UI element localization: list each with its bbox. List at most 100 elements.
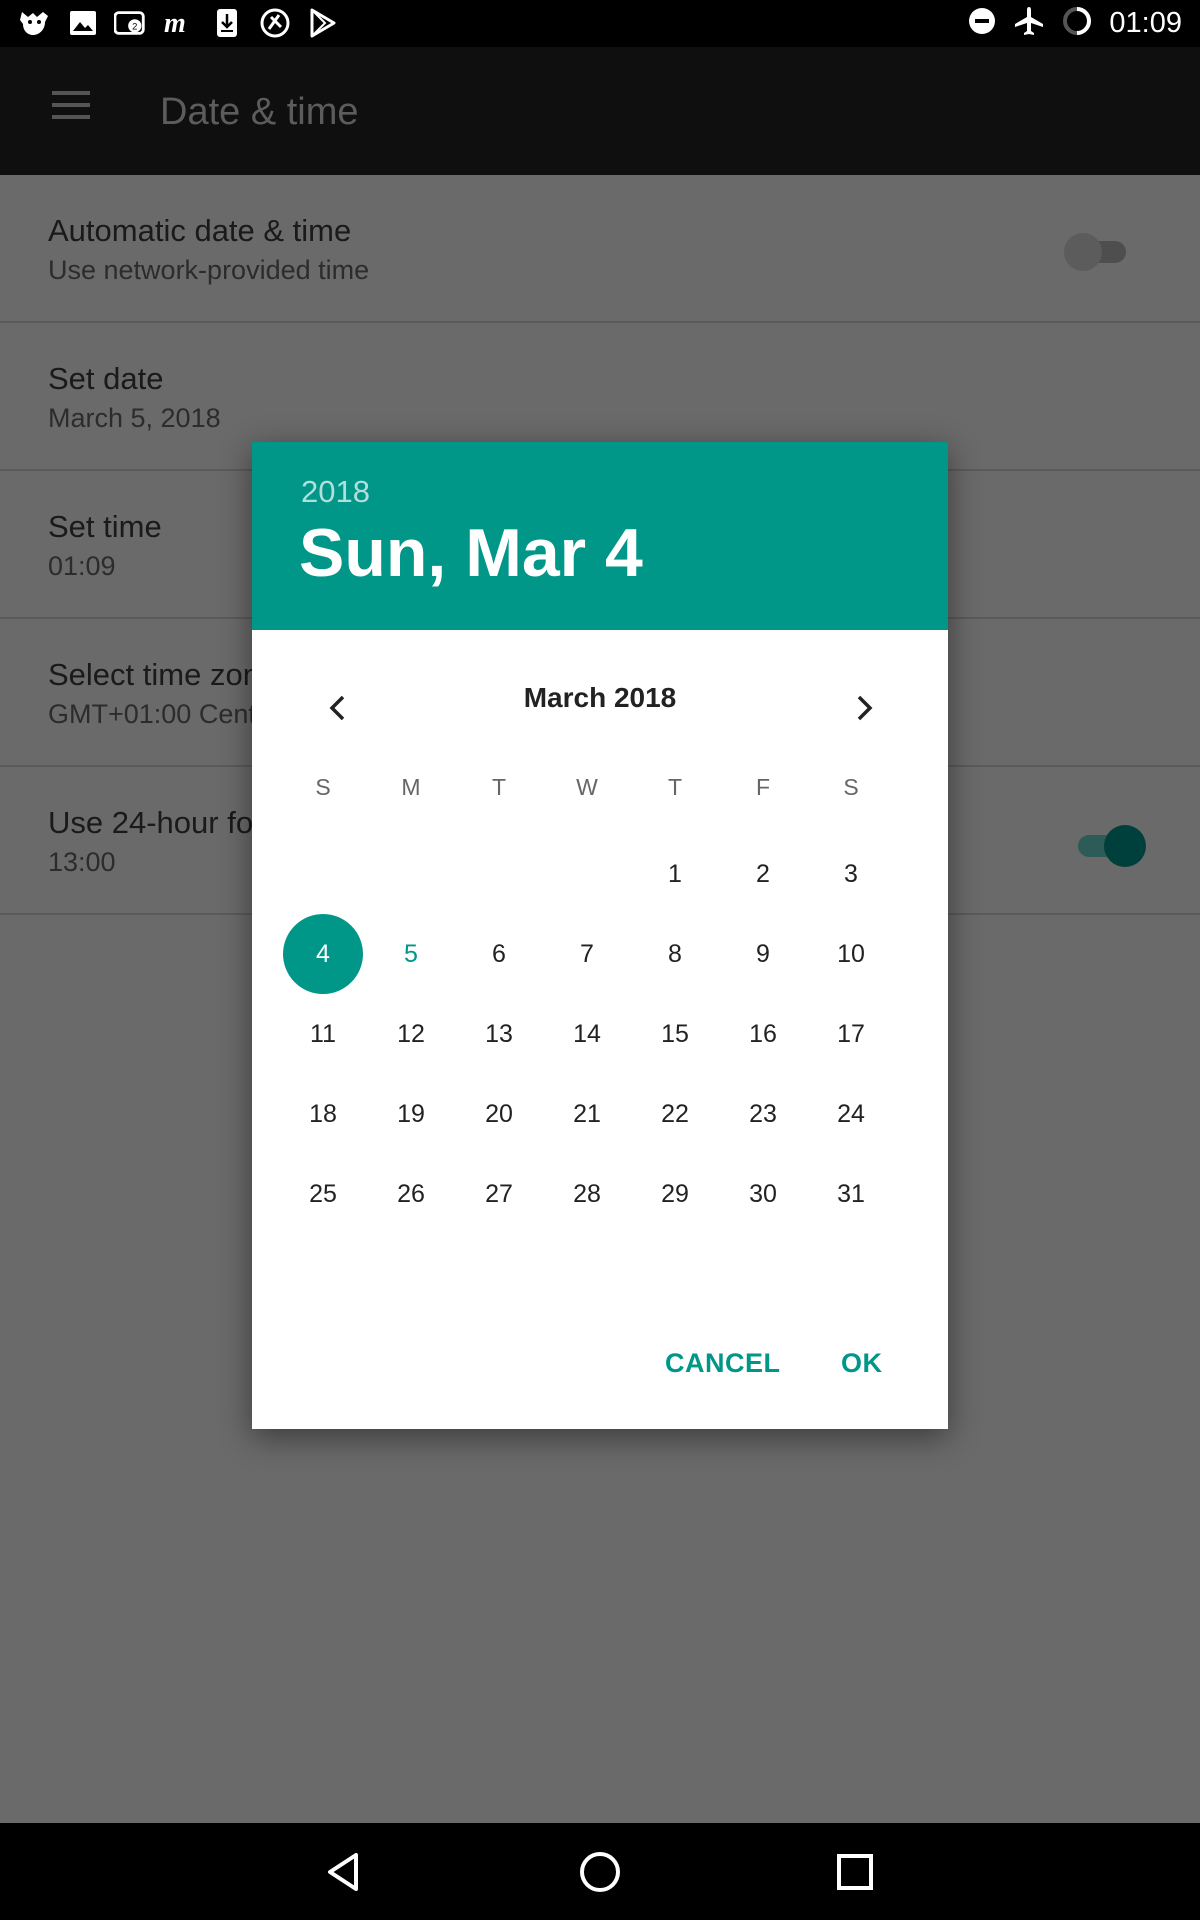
do-not-disturb-icon	[967, 6, 997, 41]
airplane-icon	[1013, 5, 1045, 42]
calendar-day-13[interactable]: 13	[455, 994, 543, 1074]
day-number: 29	[661, 1180, 689, 1208]
day-number: 3	[844, 860, 858, 888]
calendar-day-25[interactable]: 25	[279, 1154, 367, 1234]
day-number: 24	[837, 1100, 865, 1128]
calendar-day-22[interactable]: 22	[631, 1074, 719, 1154]
play-store-icon	[306, 8, 340, 38]
cancel-button[interactable]: CANCEL	[665, 1348, 781, 1379]
day-number: 11	[310, 1020, 336, 1048]
calendar-day-28[interactable]: 28	[543, 1154, 631, 1234]
day-number: 25	[309, 1180, 337, 1208]
weekday-label: F	[755, 774, 771, 800]
weekday-label: T	[491, 774, 507, 800]
calendar-day-1[interactable]: 1	[631, 834, 719, 914]
calendar-day-10[interactable]: 10	[807, 914, 895, 994]
day-number: 7	[580, 940, 594, 968]
bird-icon	[18, 8, 52, 38]
page-title: Date & time	[160, 91, 359, 133]
download-icon	[210, 8, 244, 38]
day-number: 27	[485, 1180, 513, 1208]
shutter-icon	[258, 8, 292, 38]
calendar-day-20[interactable]: 20	[455, 1074, 543, 1154]
calendar-day-7[interactable]: 7	[543, 914, 631, 994]
day-number: 13	[485, 1020, 513, 1048]
svg-text:2: 2	[132, 22, 137, 33]
calendar-day-27[interactable]: 27	[455, 1154, 543, 1234]
day-number: 30	[749, 1180, 777, 1208]
m-app-icon: m	[162, 8, 196, 38]
calendar-day-6[interactable]: 6	[455, 914, 543, 994]
selected-date-label[interactable]: Sun, Mar 4	[299, 514, 643, 592]
day-number: 28	[573, 1180, 601, 1208]
day-number: 31	[837, 1180, 865, 1208]
calendar-blank	[455, 834, 543, 914]
weekday-label: S	[315, 774, 331, 800]
calendar-day-29[interactable]: 29	[631, 1154, 719, 1234]
setting-subtitle: March 5, 2018	[48, 403, 221, 433]
weekday-label: T	[667, 774, 683, 800]
photos-badge-icon: 2	[114, 8, 148, 38]
calendar-day-15[interactable]: 15	[631, 994, 719, 1074]
year-selector[interactable]: 2018	[301, 474, 370, 510]
day-number: 4	[316, 940, 330, 968]
status-time: 01:09	[1109, 6, 1182, 39]
calendar-day-26[interactable]: 26	[367, 1154, 455, 1234]
calendar-day-11[interactable]: 11	[279, 994, 367, 1074]
date-picker-header: 2018 Sun, Mar 4	[252, 442, 948, 630]
calendar-day-23[interactable]: 23	[719, 1074, 807, 1154]
day-number: 26	[397, 1180, 425, 1208]
ok-button[interactable]: OK	[841, 1348, 883, 1379]
setting-title: Automatic date & time	[48, 213, 352, 248]
home-icon[interactable]	[577, 1849, 623, 1895]
calendar-day-14[interactable]: 14	[543, 994, 631, 1074]
back-icon[interactable]	[322, 1849, 368, 1895]
calendar-day-16[interactable]: 16	[719, 994, 807, 1074]
calendar-day-2[interactable]: 2	[719, 834, 807, 914]
day-number: 6	[492, 940, 506, 968]
setting-title: Set time	[48, 509, 162, 544]
calendar-day-19[interactable]: 19	[367, 1074, 455, 1154]
calendar-day-12[interactable]: 12	[367, 994, 455, 1074]
navigation-bar	[0, 1823, 1200, 1920]
calendar-day-31[interactable]: 31	[807, 1154, 895, 1234]
next-month-button[interactable]	[842, 686, 886, 730]
setting-automatic-date-time[interactable]: Automatic date & time Use network-provid…	[0, 175, 1200, 323]
calendar-day-5[interactable]: 5	[367, 914, 455, 994]
calendar-day-17[interactable]: 17	[807, 994, 895, 1074]
day-number: 5	[404, 940, 418, 968]
day-number: 10	[837, 940, 865, 968]
calendar-day-21[interactable]: 21	[543, 1074, 631, 1154]
calendar-day-8[interactable]: 8	[631, 914, 719, 994]
day-number: 1	[668, 860, 682, 888]
setting-subtitle: 01:09	[48, 551, 116, 581]
notification-icons: 2 m	[18, 8, 340, 38]
calendar-day-3[interactable]: 3	[807, 834, 895, 914]
chevron-right-icon	[857, 695, 873, 721]
calendar-day-9[interactable]: 9	[719, 914, 807, 994]
day-number: 20	[485, 1100, 513, 1128]
calendar-blank	[279, 834, 367, 914]
calendar-blank	[543, 834, 631, 914]
setting-title: Select time zone	[48, 657, 278, 692]
calendar-day-18[interactable]: 18	[279, 1074, 367, 1154]
menu-icon[interactable]	[52, 91, 90, 121]
setting-title: Set date	[48, 361, 164, 396]
image-icon	[66, 8, 100, 38]
day-number: 15	[661, 1020, 689, 1048]
calendar-day-30[interactable]: 30	[719, 1154, 807, 1234]
weekday-label: M	[401, 774, 421, 800]
calendar-day-24[interactable]: 24	[807, 1074, 895, 1154]
day-number: 18	[309, 1100, 337, 1128]
calendar-days: 1 2 3 4 5 6 7 8 9 10 11 12 13 14 15 16 17 18 19 20 21 22 23 24 2…	[279, 834, 895, 1234]
weekday-header: S M T W T F S	[279, 774, 895, 801]
day-number: 22	[661, 1100, 689, 1128]
day-number: 14	[573, 1020, 601, 1048]
calendar-day-4[interactable]: 4	[279, 914, 367, 994]
battery-charging-icon	[1061, 5, 1093, 42]
day-number: 21	[573, 1100, 601, 1128]
day-number: 23	[749, 1100, 777, 1128]
recents-icon[interactable]	[832, 1849, 878, 1895]
day-number: 8	[668, 940, 682, 968]
status-bar: 2 m 01:09	[0, 0, 1200, 47]
